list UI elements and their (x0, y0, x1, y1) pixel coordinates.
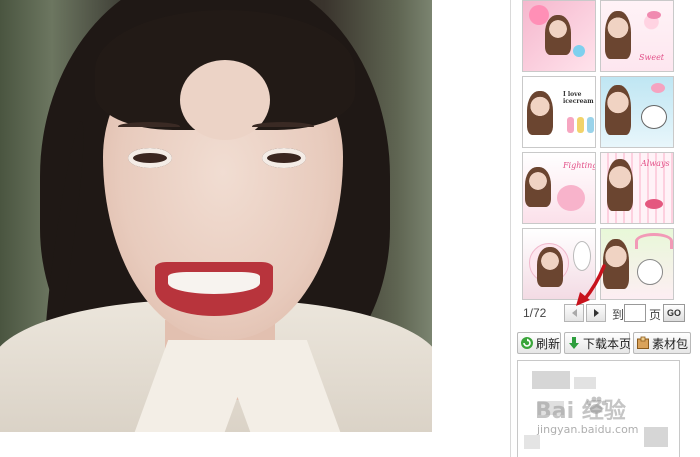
action-button-row: 刷新 下载本页 素材包 (517, 332, 695, 354)
thumbnail-caption: Sweet (639, 53, 665, 62)
material-preview-box (517, 360, 680, 457)
previous-page-button[interactable] (564, 304, 584, 322)
blurred-content (644, 427, 668, 447)
lips-icon (647, 11, 661, 19)
go-button[interactable]: GO (663, 304, 685, 322)
popsicle-icon (587, 117, 594, 133)
refresh-button[interactable]: 刷新 (517, 332, 561, 354)
package-icon (636, 336, 650, 350)
thumbnail-person (603, 239, 629, 289)
thumbnail-person (527, 91, 553, 135)
goto-label: 到 (612, 308, 625, 322)
photo-teeth (168, 272, 260, 294)
template-thumbnail-2[interactable]: Sweet (600, 0, 674, 72)
material-pack-button[interactable]: 素材包 (633, 332, 691, 354)
page-count: 1/72 (523, 306, 547, 320)
popsicle-icon (577, 117, 584, 133)
blurred-content (524, 435, 540, 449)
download-page-label: 下载本页 (583, 336, 632, 351)
template-thumbnail-7[interactable] (522, 228, 596, 300)
bow-icon (651, 83, 665, 93)
template-thumbnail-1[interactable] (522, 0, 596, 72)
cartoon-face-icon (637, 259, 663, 285)
photo-eye-left (128, 148, 172, 168)
cartoon-face-icon (641, 105, 667, 129)
blurred-content (532, 371, 570, 389)
bunny-icon (557, 185, 585, 211)
photo-eye-right (262, 148, 306, 168)
page-unit-label: 页 (649, 308, 662, 322)
thumbnail-person (525, 167, 551, 207)
rainbow-icon (635, 233, 673, 249)
chevron-right-icon (593, 309, 599, 317)
template-side-panel: Sweet I love icecream Fighting Always 1/… (511, 0, 700, 457)
next-page-button[interactable] (586, 304, 606, 322)
popsicle-icon (567, 117, 574, 133)
template-thumbnail-6[interactable]: Always (600, 152, 674, 224)
bubble-icon (573, 45, 585, 57)
refresh-icon (520, 336, 534, 350)
chevron-left-icon (571, 309, 577, 317)
image-canvas (0, 0, 440, 457)
template-thumbnail-5[interactable]: Fighting (522, 152, 596, 224)
thumbnail-caption: I love icecream (563, 91, 594, 105)
heart-icon (645, 199, 663, 209)
page-number-input[interactable] (624, 304, 646, 322)
edited-photo[interactable] (0, 0, 432, 432)
download-page-button[interactable]: 下载本页 (564, 332, 632, 354)
blurred-content (538, 401, 564, 415)
thumbnail-person (607, 159, 633, 211)
thumbnail-pager: 1/72 到 页 GO (522, 303, 692, 323)
download-icon (567, 336, 581, 350)
template-thumbnail-grid: Sweet I love icecream Fighting Always (522, 0, 686, 300)
refresh-label: 刷新 (536, 336, 561, 351)
thumbnail-person (605, 85, 631, 135)
photo-brow-right (252, 122, 314, 131)
thumbnail-person (545, 15, 571, 55)
template-thumbnail-3[interactable]: I love icecream (522, 76, 596, 148)
template-thumbnail-4[interactable] (600, 76, 674, 148)
thumbnail-person (605, 11, 631, 59)
thumbnail-caption: Always (641, 159, 670, 168)
bunny-icon (573, 241, 591, 271)
template-thumbnail-8[interactable] (600, 228, 674, 300)
thumbnail-person (537, 247, 563, 287)
material-pack-label: 素材包 (652, 336, 689, 351)
blurred-content (574, 377, 596, 389)
thumbnail-caption: Fighting (563, 161, 596, 170)
photo-brow-left (118, 122, 180, 131)
